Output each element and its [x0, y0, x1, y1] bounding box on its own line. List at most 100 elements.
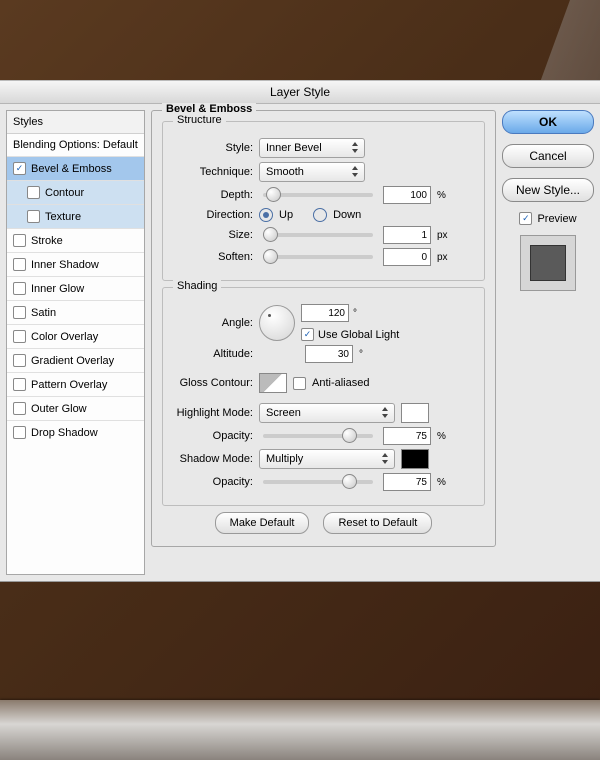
checkbox-icon[interactable] [13, 378, 26, 391]
highlight-opacity-input[interactable]: 75 [383, 427, 431, 445]
preview-swatch [520, 235, 576, 291]
altitude-input[interactable]: 30 [305, 345, 353, 363]
sidebar-item-outer-glow[interactable]: Outer Glow [7, 396, 144, 420]
checkbox-icon[interactable] [13, 354, 26, 367]
global-light-label: Use Global Light [318, 329, 399, 341]
depth-input[interactable]: 100 [383, 186, 431, 204]
sidebar-item-label: Inner Glow [31, 283, 84, 295]
sidebar-item-label: Gradient Overlay [31, 355, 114, 367]
default-buttons: Make Default Reset to Default [162, 512, 485, 534]
make-default-button[interactable]: Make Default [215, 512, 310, 534]
soften-slider[interactable] [263, 255, 373, 259]
highlight-color-swatch[interactable] [401, 403, 429, 423]
highlight-opacity-slider[interactable] [263, 434, 373, 438]
sidebar-item-label: Bevel & Emboss [31, 163, 112, 175]
shading-legend: Shading [173, 280, 221, 292]
angle-label: Angle: [173, 317, 253, 329]
shading-group: Shading Angle: 120° Use Global Light Alt… [162, 287, 485, 506]
preview-label: Preview [537, 213, 576, 225]
direction-label: Direction: [173, 209, 253, 221]
altitude-unit: ° [359, 349, 363, 360]
direction-down-radio[interactable] [313, 208, 327, 222]
angle-dial[interactable] [259, 305, 295, 341]
new-style-button[interactable]: New Style... [502, 178, 594, 202]
opacity-unit: % [437, 431, 446, 442]
shadow-opacity-label: Opacity: [173, 476, 253, 488]
sidebar-header[interactable]: Styles [7, 111, 144, 134]
sidebar-item-drop-shadow[interactable]: Drop Shadow [7, 420, 144, 444]
sidebar-item-bevel-emboss[interactable]: Bevel & Emboss [7, 156, 144, 180]
sidebar-item-gradient-overlay[interactable]: Gradient Overlay [7, 348, 144, 372]
sidebar-item-label: Satin [31, 307, 56, 319]
preview-toggle[interactable]: Preview [519, 212, 576, 225]
checkbox-icon[interactable] [13, 330, 26, 343]
sidebar-item-satin[interactable]: Satin [7, 300, 144, 324]
structure-legend: Structure [173, 114, 226, 126]
shadow-mode-select[interactable]: Multiply [259, 449, 395, 469]
sidebar-item-inner-shadow[interactable]: Inner Shadow [7, 252, 144, 276]
bevel-emboss-fieldset: Bevel & Emboss Structure Style:Inner Bev… [151, 110, 496, 547]
size-slider[interactable] [263, 233, 373, 237]
altitude-label: Altitude: [173, 348, 253, 360]
settings-panel: Bevel & Emboss Structure Style:Inner Bev… [151, 110, 496, 575]
sidebar-item-color-overlay[interactable]: Color Overlay [7, 324, 144, 348]
shadow-color-swatch[interactable] [401, 449, 429, 469]
angle-unit: ° [353, 308, 357, 319]
reset-default-button[interactable]: Reset to Default [323, 512, 432, 534]
sidebar-item-pattern-overlay[interactable]: Pattern Overlay [7, 372, 144, 396]
structure-group: Structure Style:Inner Bevel Technique:Sm… [162, 121, 485, 281]
angle-input[interactable]: 120 [301, 304, 349, 322]
shadow-opacity-input[interactable]: 75 [383, 473, 431, 491]
soften-input[interactable]: 0 [383, 248, 431, 266]
checkbox-icon[interactable] [13, 234, 26, 247]
sidebar-blending-options[interactable]: Blending Options: Default [7, 134, 144, 156]
sidebar-item-stroke[interactable]: Stroke [7, 228, 144, 252]
checkbox-icon[interactable] [519, 212, 532, 225]
gloss-contour-picker[interactable] [259, 373, 287, 393]
highlight-mode-label: Highlight Mode: [173, 407, 253, 419]
ok-button[interactable]: OK [502, 110, 594, 134]
antialiased-checkbox[interactable] [293, 377, 306, 390]
size-input[interactable]: 1 [383, 226, 431, 244]
sidebar-item-contour[interactable]: Contour [7, 180, 144, 204]
depth-slider[interactable] [263, 193, 373, 197]
checkbox-icon[interactable] [27, 210, 40, 223]
size-unit: px [437, 230, 448, 241]
sidebar-item-label: Contour [45, 187, 84, 199]
background-metal-bar [0, 700, 600, 760]
preview-inner [530, 245, 566, 281]
global-light-checkbox[interactable] [301, 328, 314, 341]
sidebar-item-label: Texture [45, 211, 81, 223]
depth-label: Depth: [173, 189, 253, 201]
layer-style-dialog: Layer Style Styles Blending Options: Def… [0, 80, 600, 582]
checkbox-icon[interactable] [13, 402, 26, 415]
technique-select[interactable]: Smooth [259, 162, 365, 182]
highlight-mode-select[interactable]: Screen [259, 403, 395, 423]
checkbox-icon[interactable] [13, 258, 26, 271]
soften-label: Soften: [173, 251, 253, 263]
sidebar-item-label: Color Overlay [31, 331, 98, 343]
dialog-body: Styles Blending Options: Default Bevel &… [0, 104, 600, 581]
direction-up-radio[interactable] [259, 208, 273, 222]
antialiased-label: Anti-aliased [312, 377, 369, 389]
right-column: OK Cancel New Style... Preview [502, 110, 594, 575]
checkbox-icon[interactable] [13, 282, 26, 295]
cancel-button[interactable]: Cancel [502, 144, 594, 168]
dialog-title: Layer Style [0, 81, 600, 104]
checkbox-icon[interactable] [13, 306, 26, 319]
style-label: Style: [173, 142, 253, 154]
shadow-opacity-slider[interactable] [263, 480, 373, 484]
depth-unit: % [437, 190, 446, 201]
style-select[interactable]: Inner Bevel [259, 138, 365, 158]
sidebar-item-texture[interactable]: Texture [7, 204, 144, 228]
sidebar-item-inner-glow[interactable]: Inner Glow [7, 276, 144, 300]
direction-up-label: Up [279, 209, 293, 221]
checkbox-icon[interactable] [27, 186, 40, 199]
checkbox-icon[interactable] [13, 426, 26, 439]
soften-unit: px [437, 252, 448, 263]
shadow-mode-label: Shadow Mode: [173, 453, 253, 465]
opacity-unit2: % [437, 477, 446, 488]
sidebar-item-label: Pattern Overlay [31, 379, 107, 391]
direction-down-label: Down [333, 209, 361, 221]
checkbox-icon[interactable] [13, 162, 26, 175]
